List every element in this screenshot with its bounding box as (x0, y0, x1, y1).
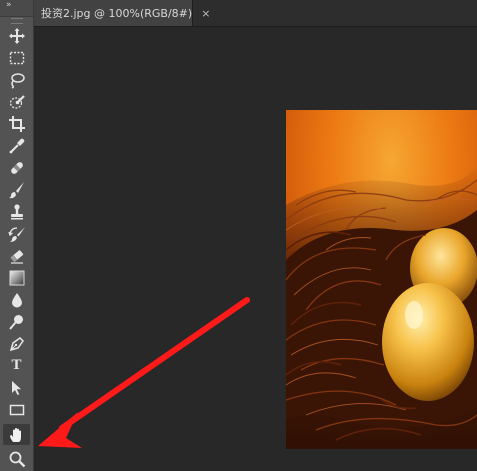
type-tool[interactable]: T (3, 355, 30, 376)
brush-tool[interactable] (3, 179, 30, 200)
history-brush-tool[interactable] (3, 223, 30, 244)
panel-grip[interactable] (11, 18, 23, 24)
hand-tool[interactable] (3, 424, 30, 445)
move-icon (8, 27, 25, 44)
canvas-image[interactable] (286, 110, 477, 449)
stamp-icon (10, 203, 23, 219)
direct-selection-arrow-icon (11, 380, 21, 395)
golden-eggs-nest-image (286, 110, 477, 449)
path-selection-tool[interactable] (3, 377, 30, 398)
eyedropper-icon (9, 138, 24, 153)
document-tab-bar: 投资2.jpg @ 100%(RGB/8#) × (34, 0, 477, 27)
crop-tool[interactable] (3, 113, 30, 134)
gradient-icon (9, 270, 24, 285)
tools-panel: » T (0, 0, 34, 471)
quick-selection-tool[interactable] (3, 91, 30, 112)
healing-brush-icon (10, 161, 23, 174)
brush-icon (8, 181, 24, 198)
quick-selection-icon (9, 94, 25, 109)
spot-healing-brush-tool[interactable] (3, 157, 30, 178)
clone-stamp-tool[interactable] (3, 201, 30, 222)
rectangle-tool[interactable] (3, 399, 30, 420)
pen-tool[interactable] (3, 333, 30, 354)
eraser-tool[interactable] (3, 245, 30, 266)
dodge-tool[interactable] (3, 311, 30, 332)
eyedropper-tool[interactable] (3, 135, 30, 156)
blur-drop-icon (11, 292, 22, 307)
close-tab-button[interactable]: × (201, 7, 210, 20)
hand-icon (9, 427, 21, 442)
history-brush-icon (7, 226, 25, 242)
collapse-panel-button[interactable]: » (6, 0, 11, 10)
document-tab-title: 投资2.jpg @ 100%(RGB/8#) (41, 7, 193, 20)
tools-panel-header: » (0, 0, 33, 17)
zoom-magnifier-icon (9, 451, 25, 467)
rectangle-shape-icon (9, 404, 24, 415)
rectangular-marquee-tool[interactable] (3, 47, 30, 68)
document-tab[interactable]: 投资2.jpg @ 100%(RGB/8#) × (34, 0, 210, 26)
lasso-tool[interactable] (3, 69, 30, 90)
lasso-icon (10, 72, 25, 89)
gradient-tool[interactable] (3, 267, 30, 288)
crop-icon (8, 115, 25, 132)
blur-tool[interactable] (3, 289, 30, 310)
marquee-icon (9, 51, 24, 64)
zoom-tool[interactable] (3, 448, 30, 469)
eraser-icon (9, 249, 23, 264)
pen-icon (9, 336, 24, 351)
dodge-icon (8, 314, 23, 330)
move-tool[interactable] (3, 25, 30, 46)
